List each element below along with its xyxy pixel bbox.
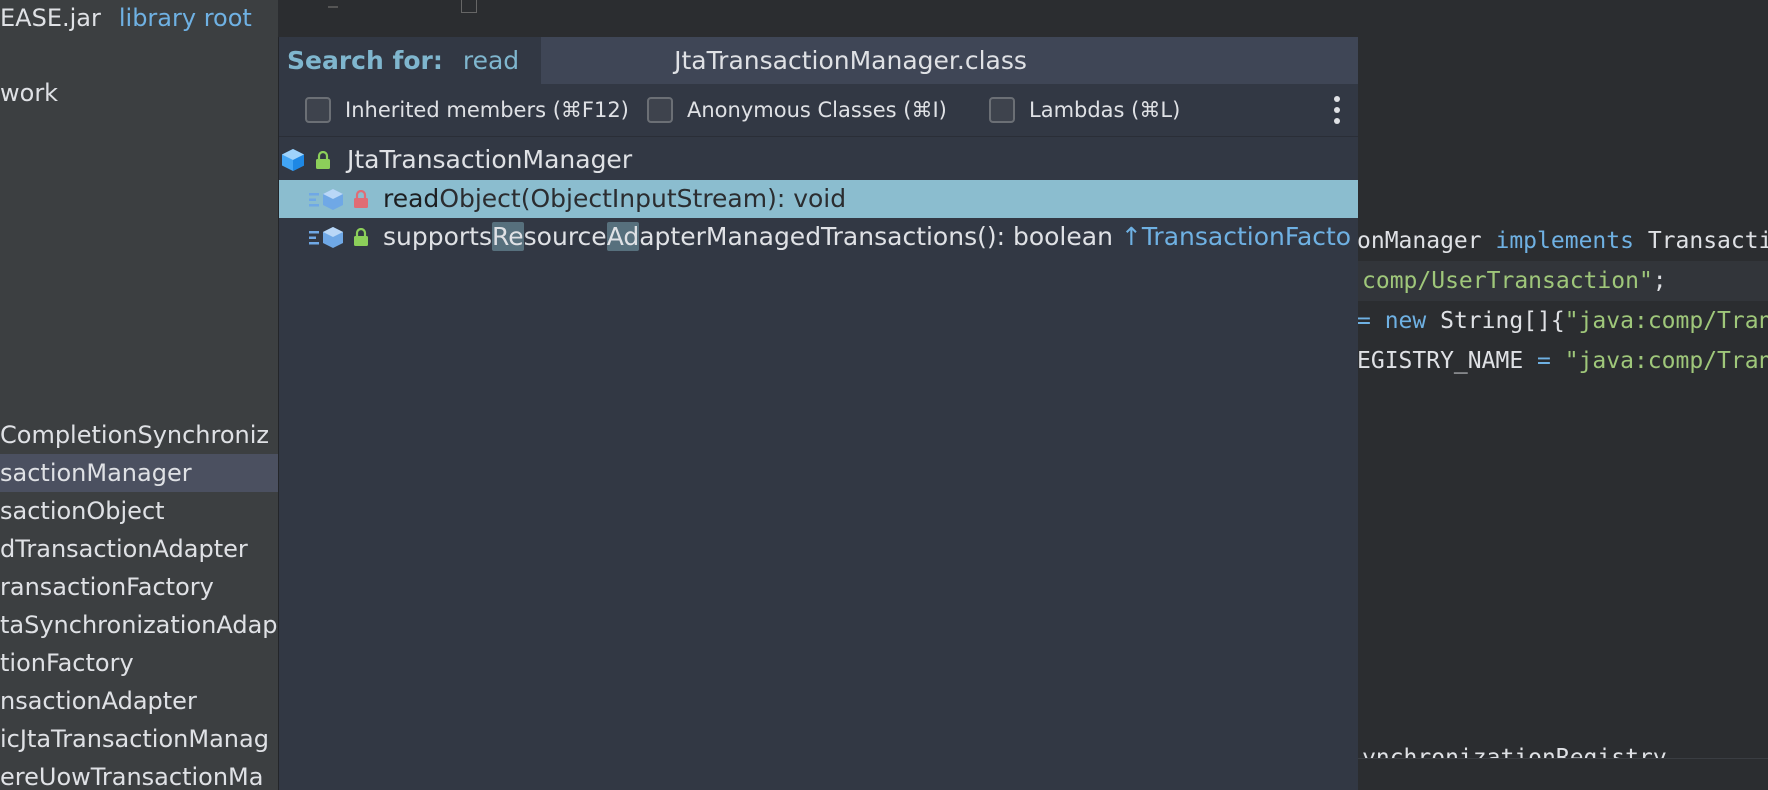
method-text: apterManagedTransactions(): boolean: [639, 222, 1113, 251]
project-tree-item[interactable]: nsactionAdapter: [0, 682, 278, 720]
project-tree-item-label: tionFactory: [0, 649, 134, 677]
lock-icon: [354, 190, 368, 208]
lock-icon: [354, 228, 368, 246]
method-text: source: [523, 222, 607, 251]
project-tree-item[interactable]: sactionObject: [0, 492, 278, 530]
package-row[interactable]: work: [0, 75, 58, 111]
project-tree-item-label: sactionObject: [0, 497, 165, 525]
project-tree-item-label: CompletionSynchroniz: [0, 421, 270, 449]
search-query: read: [462, 46, 520, 75]
result-row[interactable]: supportsResourceAdapterManagedTransactio…: [279, 218, 1358, 256]
method-signature: supportsResourceAdapterManagedTransactio…: [383, 218, 1351, 256]
option-label: Lambdas (⌘L): [1029, 98, 1181, 122]
fold-marker-icon[interactable]: [461, 0, 477, 13]
checkbox-box[interactable]: [989, 97, 1015, 123]
file-structure-popup: Search for: read JtaTransactionManager.c…: [278, 37, 1358, 790]
library-jar-row[interactable]: EASE.jar library root: [0, 0, 252, 36]
jar-name: EASE.jar: [0, 4, 101, 32]
project-tree-item[interactable]: taSynchronizationAdap: [0, 606, 278, 644]
method-rest-text: Object(ObjectInputStream): void: [439, 184, 847, 213]
filter-options-bar: Inherited members (⌘F12) Anonymous Class…: [279, 84, 1358, 137]
search-match-highlight: Re: [492, 222, 524, 251]
code-line-current: comp/UserTransaction";: [1357, 261, 1768, 301]
code-token: String[]{: [1426, 308, 1565, 334]
project-tree-item-label: taSynchronizationAdap: [0, 611, 278, 639]
project-tree-item[interactable]: tionFactory: [0, 644, 278, 682]
project-tree-item-label: nsactionAdapter: [0, 687, 197, 715]
popup-title: JtaTransactionManager.class: [674, 46, 1027, 75]
lock-icon: [316, 151, 330, 169]
code-operator: =: [1357, 308, 1385, 334]
code-operator: =: [1537, 348, 1551, 374]
code-editor[interactable]: onManager implements Transacti comp/User…: [1357, 0, 1768, 790]
code-string: comp/UserTransaction": [1362, 268, 1653, 294]
class-cube-icon: [282, 149, 304, 171]
code-line: ynchronizationRegistry: [1357, 743, 1667, 759]
method-signature: readObject(ObjectInputStream): void: [383, 180, 846, 218]
project-tree-item[interactable]: dTransactionAdapter: [0, 530, 278, 568]
project-tree-item[interactable]: ereUowTransactionMa: [0, 758, 278, 790]
project-tree-item[interactable]: ransactionFactory: [0, 568, 278, 606]
code-keyword: new: [1384, 308, 1427, 334]
option-label: Anonymous Classes (⌘I): [687, 98, 947, 122]
project-tree-item-label: icJtaTransactionManag: [0, 725, 269, 753]
popup-header: Search for: read JtaTransactionManager.c…: [279, 37, 1358, 84]
package-label: work: [0, 79, 59, 107]
project-tree-item-selected[interactable]: sactionManager: [0, 454, 278, 492]
search-for-label: Search for:: [287, 46, 443, 75]
library-root-label: library root: [118, 4, 252, 32]
code-line: EGISTRY_NAME = "java:comp/Tran: [1357, 341, 1768, 381]
method-cube-icon: [309, 189, 343, 210]
project-tree-item[interactable]: CompletionSynchroniz: [0, 416, 278, 454]
speed-search-box[interactable]: Search for: read: [279, 37, 541, 84]
code-token: ;: [1652, 268, 1667, 294]
method-cube-icon: [309, 227, 343, 248]
project-tree-item-label: ransactionFactory: [0, 573, 214, 601]
editor-bottom-strip: [1357, 758, 1768, 790]
gutter-line-marker: [328, 0, 338, 8]
project-tool-window: EASE.jar library root work CompletionSync…: [0, 0, 278, 790]
code-line: = new String[]{"java:comp/Tran: [1357, 301, 1768, 341]
code-string: "java:comp/Tran: [1550, 348, 1768, 374]
inherited-members-checkbox[interactable]: Inherited members (⌘F12): [305, 84, 629, 136]
code-token: ynchronizationRegistry: [1362, 745, 1667, 759]
inherited-from-link[interactable]: ↑TransactionFacto: [1121, 222, 1351, 251]
code-string: "java:comp/Tran: [1564, 308, 1768, 334]
code-line: onManager implements Transacti: [1357, 221, 1768, 261]
project-tree-item-label: dTransactionAdapter: [0, 535, 248, 563]
class-name: JtaTransactionManager: [347, 145, 633, 174]
search-match-text: read: [383, 184, 440, 213]
checkbox-box[interactable]: [647, 97, 673, 123]
code-token: Transacti: [1633, 228, 1768, 254]
search-match-highlight: Ad: [606, 222, 640, 251]
class-node-row[interactable]: JtaTransactionManager: [279, 141, 1358, 179]
project-tree-item-label: ereUowTransactionMa: [0, 763, 264, 790]
method-text: supports: [383, 222, 493, 251]
project-tree-item[interactable]: icJtaTransactionManag: [0, 720, 278, 758]
result-row-selected[interactable]: readObject(ObjectInputStream): void: [279, 180, 1358, 218]
lambdas-checkbox[interactable]: Lambdas (⌘L): [989, 84, 1180, 136]
code-token: onManager: [1357, 228, 1496, 254]
more-vertical-icon[interactable]: [1332, 96, 1342, 124]
code-keyword: implements: [1495, 228, 1634, 254]
checkbox-box[interactable]: [305, 97, 331, 123]
code-token: EGISTRY_NAME: [1357, 348, 1538, 374]
project-tree-item-label: sactionManager: [0, 459, 192, 487]
anonymous-classes-checkbox[interactable]: Anonymous Classes (⌘I): [647, 84, 947, 136]
option-label: Inherited members (⌘F12): [345, 98, 629, 122]
